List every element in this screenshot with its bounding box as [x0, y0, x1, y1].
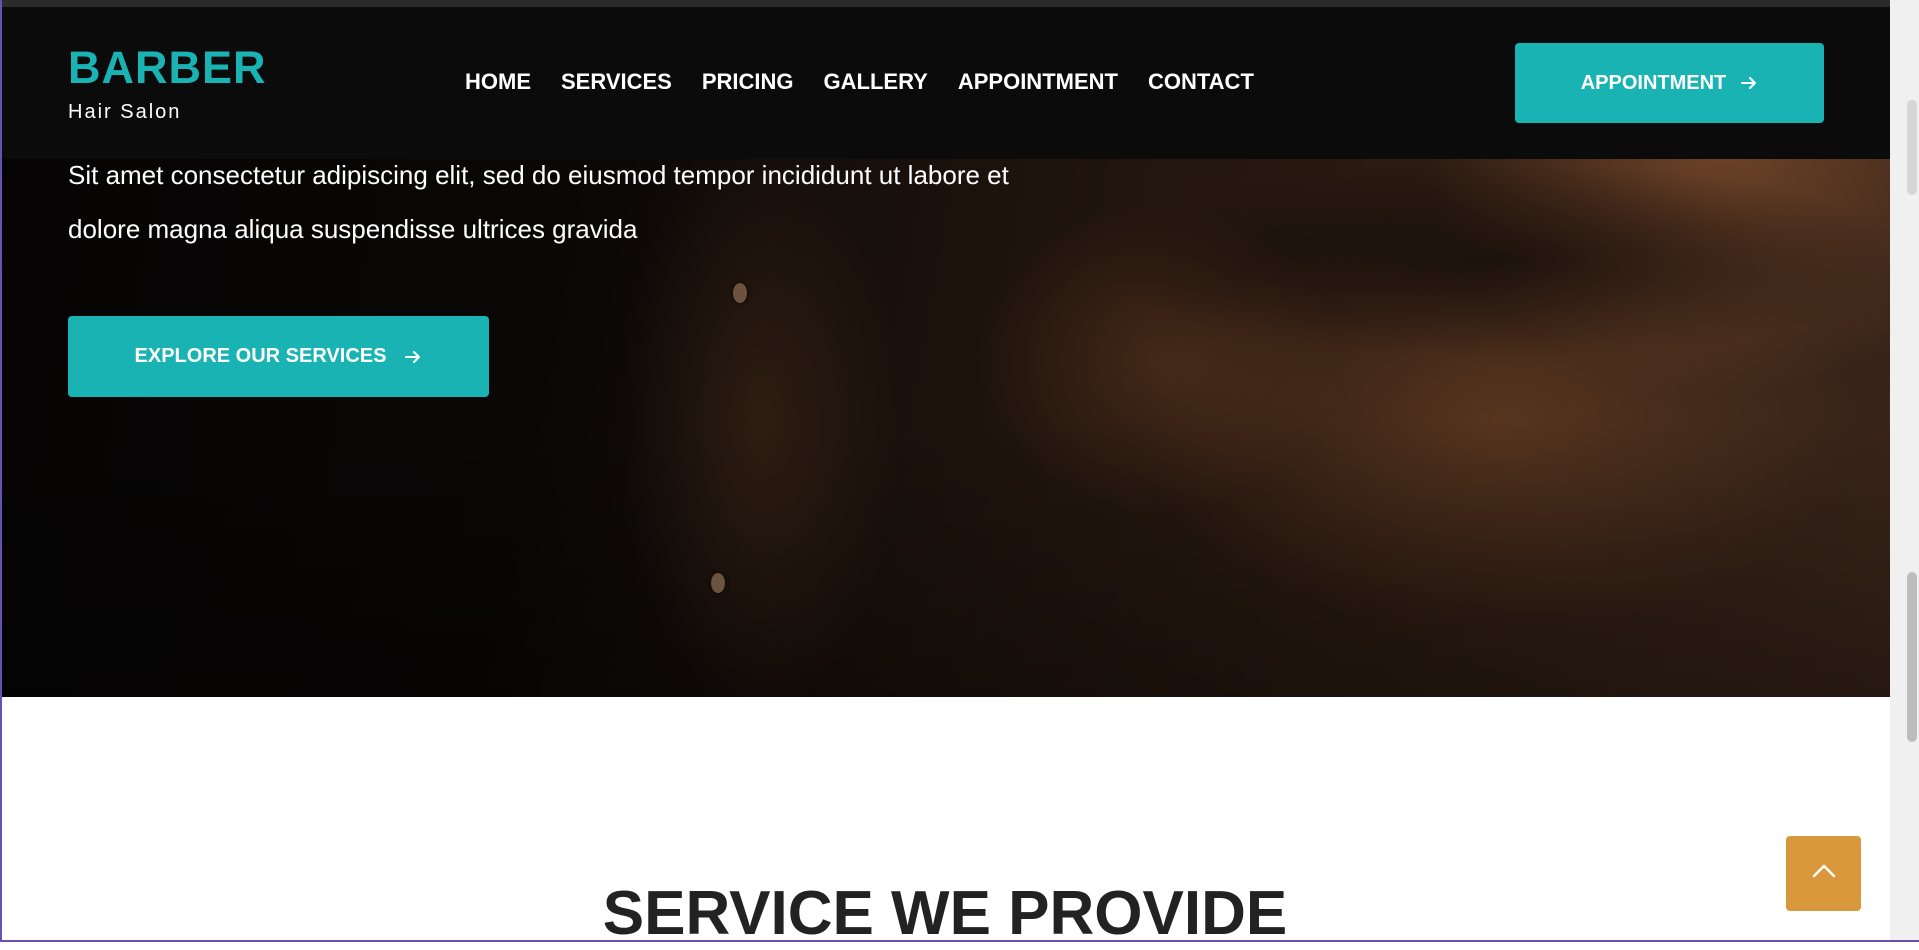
appointment-button[interactable]: APPOINTMENT	[1515, 43, 1824, 123]
hero-line-2: dolore magna aliqua suspendisse ultrices…	[68, 214, 638, 244]
nav-item-appointment[interactable]: APPOINTMENT	[958, 69, 1118, 95]
logo[interactable]: BARBER Hair Salon	[68, 43, 267, 124]
logo-tagline: Hair Salon	[68, 101, 182, 123]
window-frame-left	[0, 0, 2, 942]
explore-services-label: EXPLORE OUR SERVICES	[134, 345, 387, 367]
arrow-right-icon	[404, 348, 422, 366]
chevron-up-icon	[1811, 863, 1837, 884]
nav-item-services[interactable]: SERVICES	[561, 69, 672, 95]
main-nav: HOME SERVICES PRICING GALLERY APPOINTMEN…	[465, 69, 1254, 95]
shirt-button-decoration	[733, 283, 747, 303]
scrollbar-thumb-secondary[interactable]	[1907, 100, 1917, 195]
appointment-button-label: APPOINTMENT	[1580, 71, 1727, 94]
nav-item-home[interactable]: HOME	[465, 69, 531, 95]
shirt-button-decoration	[711, 573, 725, 593]
hero-description: Sit amet consectetur adipiscing elit, se…	[68, 148, 1068, 256]
nav-item-contact[interactable]: CONTACT	[1148, 69, 1254, 95]
site-header: BARBER Hair Salon HOME SERVICES PRICING …	[0, 7, 1890, 159]
nav-item-pricing[interactable]: PRICING	[702, 69, 794, 95]
arrow-right-icon	[1740, 74, 1758, 92]
top-strip	[0, 0, 1890, 7]
logo-name: BARBER	[68, 42, 267, 93]
explore-services-button[interactable]: EXPLORE OUR SERVICES	[68, 316, 489, 397]
nav-item-gallery[interactable]: GALLERY	[824, 69, 928, 95]
back-to-top-button[interactable]	[1786, 836, 1861, 911]
scrollbar-thumb[interactable]	[1907, 572, 1917, 742]
